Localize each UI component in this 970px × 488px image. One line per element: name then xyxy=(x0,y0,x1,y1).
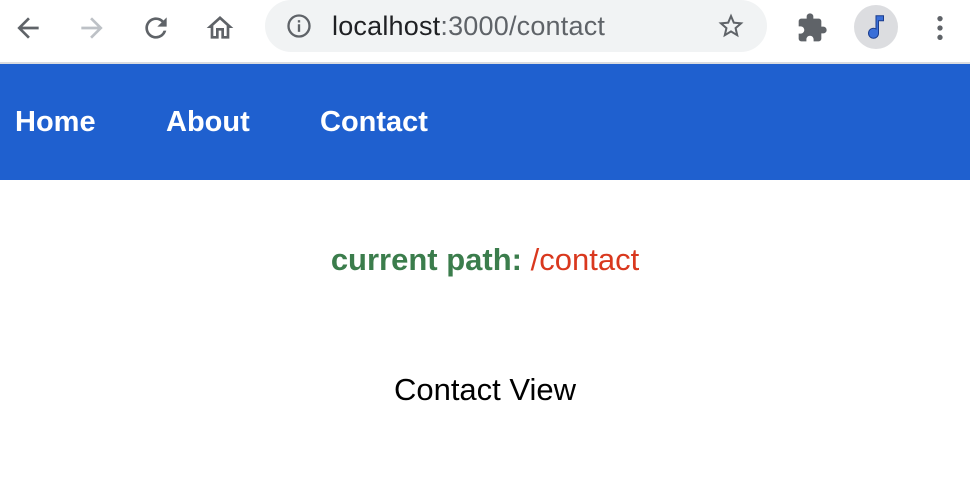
nav-link-about[interactable]: About xyxy=(166,104,250,140)
view-title: Contact View xyxy=(393,372,577,407)
puzzle-icon xyxy=(798,13,827,42)
star-icon xyxy=(718,13,744,38)
address-bar[interactable]: localhost:3000/contact xyxy=(265,0,767,52)
site-info-button[interactable] xyxy=(285,12,313,40)
current-path-line: current path: /contact xyxy=(0,240,970,280)
reload-icon xyxy=(145,17,167,39)
url-text: localhost:3000/contact xyxy=(332,10,605,42)
home-icon xyxy=(206,16,234,39)
back-icon xyxy=(17,17,39,39)
url-host: localhost xyxy=(332,11,441,41)
current-path-value: /contact xyxy=(530,242,640,277)
forward-button[interactable] xyxy=(72,8,112,48)
profile-avatar[interactable] xyxy=(854,5,898,49)
current-path-label: current path: xyxy=(330,242,522,277)
home-button[interactable] xyxy=(200,8,240,48)
url-path: :3000/contact xyxy=(440,11,606,41)
info-icon xyxy=(287,14,311,38)
nav-link-home[interactable]: Home xyxy=(15,104,96,140)
back-button[interactable] xyxy=(8,8,48,48)
site-navbar: Home About Contact xyxy=(0,64,970,180)
browser-toolbar: localhost:3000/contact xyxy=(0,0,970,64)
music-note-icon xyxy=(868,15,884,39)
nav-link-contact[interactable]: Contact xyxy=(320,104,428,140)
forward-icon xyxy=(81,17,103,39)
kebab-menu-icon xyxy=(937,16,943,40)
bookmark-button[interactable] xyxy=(715,10,747,42)
browser-menu-button[interactable] xyxy=(920,8,960,48)
reload-button[interactable] xyxy=(136,8,176,48)
extensions-button[interactable] xyxy=(792,8,832,48)
